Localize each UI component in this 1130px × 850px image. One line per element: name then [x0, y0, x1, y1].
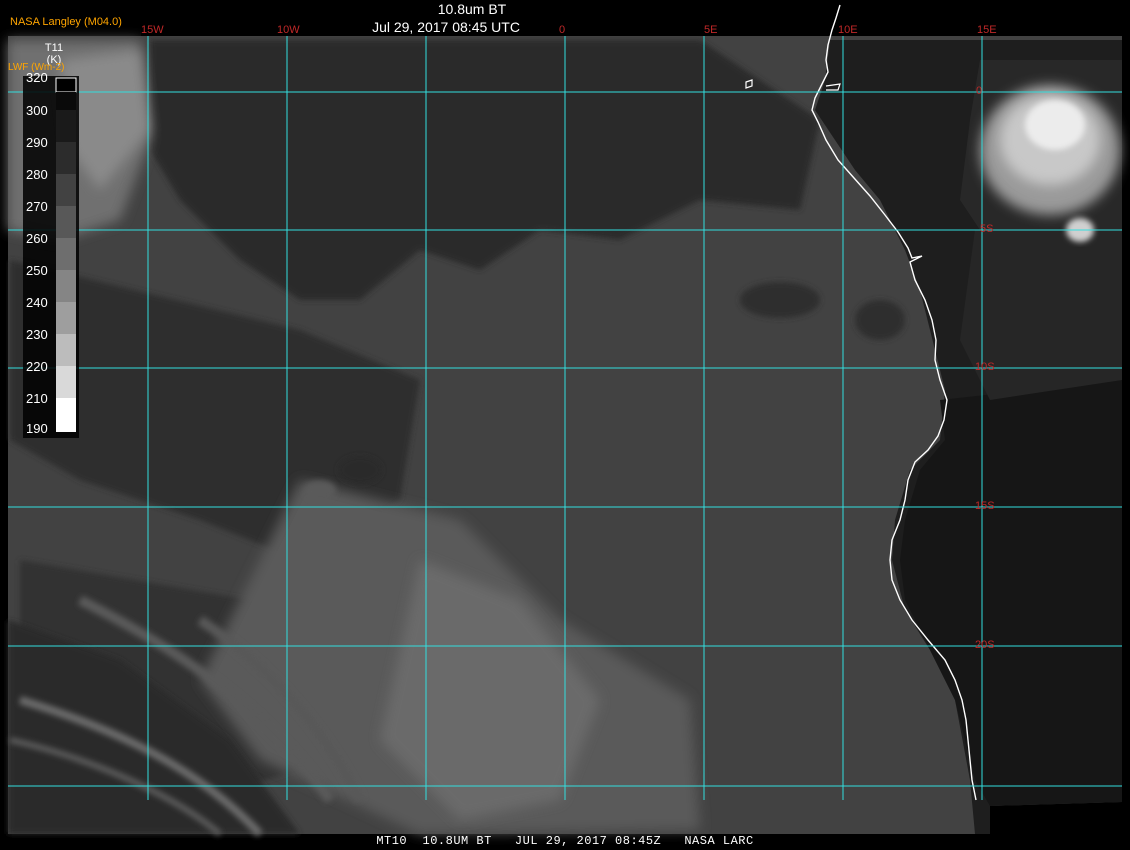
legend-swatch — [56, 238, 76, 270]
footer-caption: MT10 10.8UM BT JUL 29, 2017 08:45Z NASA … — [376, 834, 754, 848]
lon-label-15w: 15W — [141, 24, 164, 36]
legend-tick: 240 — [26, 295, 48, 310]
legend-swatch — [56, 398, 76, 432]
legend-swatch — [56, 270, 76, 302]
lat-label-10s: 10S — [975, 361, 995, 373]
lat-label-5s: 5S — [980, 223, 994, 235]
map-title: 10.8um BT — [437, 1, 507, 17]
legend-swatch — [56, 334, 76, 366]
legend-tick: 290 — [26, 135, 48, 150]
lat-label-0: 0 — [976, 85, 983, 97]
legend-swatch — [55, 77, 77, 93]
legend-tick: 300 — [26, 103, 48, 118]
legend-tick: 210 — [26, 391, 48, 406]
lat-label-20s: 20S — [975, 639, 995, 651]
legend-tick: 230 — [26, 327, 48, 342]
color-scale — [23, 76, 79, 438]
lon-label-15e: 15E — [977, 24, 997, 36]
legend-title: T11 — [44, 42, 64, 54]
legend-tick: 250 — [26, 263, 48, 278]
legend-tick: 270 — [26, 199, 48, 214]
lat-label-15s: 15S — [975, 500, 995, 512]
legend-tick: 220 — [26, 359, 48, 374]
lon-label-10w: 10W — [277, 24, 300, 36]
map-subtitle: Jul 29, 2017 08:45 UTC — [372, 19, 520, 35]
legend-tick: 280 — [26, 167, 48, 182]
legend-swatch — [56, 302, 76, 334]
legend-swatch — [56, 92, 76, 110]
legend-swatch — [56, 206, 76, 238]
lon-label-0: 0 — [559, 24, 566, 36]
lon-label-10e: 10E — [838, 24, 858, 36]
legend-swatch — [56, 142, 76, 174]
legend-swatch — [56, 366, 76, 398]
legend-tick: 260 — [26, 231, 48, 246]
legend-tick: 320 — [26, 70, 48, 85]
lon-label-5e: 5E — [704, 24, 718, 36]
legend-swatch — [56, 174, 76, 206]
credit-label: NASA Langley (M04.0) — [10, 16, 122, 28]
legend-swatch — [56, 110, 76, 142]
legend-tick: 190 — [26, 421, 48, 436]
satellite-image-map — [0, 0, 1130, 850]
